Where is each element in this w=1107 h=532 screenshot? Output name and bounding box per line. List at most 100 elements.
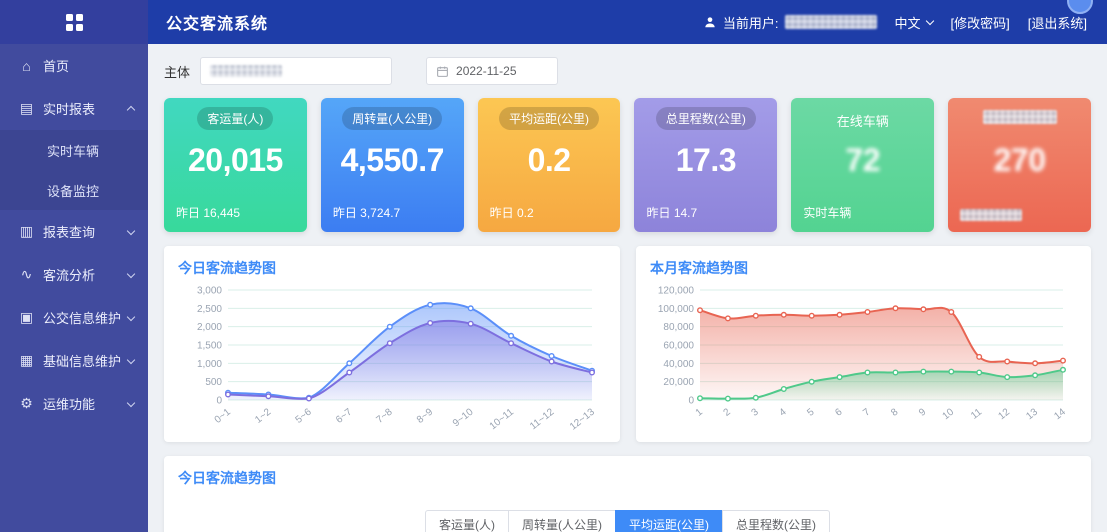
stat-card-footer: 昨日 0.2 (490, 204, 534, 221)
stat-card: 平均运距(公里) 0.2 昨日 0.2 (478, 98, 621, 232)
svg-text:12~13: 12~13 (568, 406, 597, 432)
header-right: 当前用户: 中文 [修改密码] [退出系统] (703, 13, 1107, 32)
sidebar-item[interactable]: ⌂首页 (0, 44, 148, 87)
stat-card-badge: 周转量(人公里) (342, 107, 442, 130)
bus-icon: ▣ (18, 309, 35, 326)
svg-text:6: 6 (833, 406, 845, 418)
svg-text:0~1: 0~1 (213, 406, 233, 425)
metric-tabs: 客运量(人)周转量(人公里)平均运距(公里)总里程数(公里) (178, 510, 1077, 532)
calendar-icon (436, 65, 449, 78)
sidebar-subitem[interactable]: 设备监控 (0, 170, 148, 210)
svg-text:1: 1 (694, 406, 706, 418)
metric-tab[interactable]: 总里程数(公里) (722, 510, 830, 532)
svg-text:11: 11 (969, 406, 984, 421)
svg-text:4: 4 (777, 406, 789, 418)
svg-text:9~10: 9~10 (451, 406, 476, 429)
svg-text:40,000: 40,000 (663, 359, 694, 370)
metric-tab[interactable]: 周转量(人公里) (508, 510, 616, 532)
chevron-down-icon (925, 16, 933, 24)
language-switcher[interactable]: 中文 (895, 13, 933, 32)
svg-text:5~6: 5~6 (294, 406, 314, 425)
svg-text:60,000: 60,000 (663, 341, 694, 352)
svg-text:10: 10 (941, 406, 957, 422)
metric-trend-card: 今日客流趋势图 客运量(人)周转量(人公里)平均运距(公里)总里程数(公里) (164, 456, 1091, 532)
svg-text:80,000: 80,000 (663, 322, 694, 333)
stat-card-value: 72 (791, 142, 934, 179)
svg-text:3: 3 (750, 406, 762, 418)
sidebar-item-label: 首页 (43, 56, 69, 75)
svg-text:2,000: 2,000 (197, 322, 222, 333)
svg-text:20,000: 20,000 (663, 377, 694, 388)
svg-text:10~11: 10~11 (488, 406, 517, 432)
svg-text:5: 5 (805, 406, 817, 418)
svg-text:100,000: 100,000 (658, 304, 695, 315)
subject-input[interactable] (200, 57, 392, 85)
masked-subject-value (210, 65, 282, 77)
svg-text:1,000: 1,000 (197, 359, 222, 370)
date-picker[interactable]: 2022-11-25 (426, 57, 558, 85)
sidebar-subitem[interactable]: 实时车辆 (0, 130, 148, 170)
stat-card-value: 270 (948, 142, 1091, 179)
stat-card: 在线车辆72实时车辆 (791, 98, 934, 232)
stat-card-badge: 平均运距(公里) (499, 107, 599, 130)
svg-text:7: 7 (861, 406, 873, 418)
app-title: 公交客流系统 (166, 10, 268, 34)
stat-card: 周转量(人公里) 4,550.7 昨日 3,724.7 (321, 98, 464, 232)
metric-tab[interactable]: 平均运距(公里) (615, 510, 723, 532)
main-content: 主体 2022-11-25 客运量(人) 20,015 昨日 16,445 周转量(人… (148, 44, 1107, 532)
sidebar-item-label: 客流分析 (43, 265, 95, 284)
sidebar-item[interactable]: ▦基础信息维护 (0, 339, 148, 382)
month-trend-title: 本月客流趋势图 (650, 258, 1077, 278)
svg-text:11~12: 11~12 (528, 406, 557, 432)
month-trend-card: 本月客流趋势图 020,00040,00060,00080,000100,000… (636, 246, 1091, 442)
metric-tab[interactable]: 客运量(人) (425, 510, 509, 532)
chevron-down-icon (127, 312, 135, 320)
svg-text:2: 2 (722, 406, 734, 418)
today-trend-chart: 05001,0001,5002,0002,5003,0000~11~25~66~… (178, 282, 606, 434)
svg-text:9: 9 (917, 406, 929, 418)
stat-card: 客运量(人) 20,015 昨日 16,445 (164, 98, 307, 232)
svg-text:7~8: 7~8 (374, 406, 394, 425)
svg-text:2,500: 2,500 (197, 304, 222, 315)
sidebar-item[interactable]: ∿ 客流分析 (0, 253, 148, 296)
sidebar-nav: ⌂首页 ▤ 实时报表实时车辆设备监控▥报表查询 ∿ 客流分析 ▣ 公交信息维护 ▦基础信息维护… (0, 44, 148, 532)
report-icon: ▤ (18, 100, 35, 117)
filter-bar: 主体 2022-11-25 (164, 57, 1091, 85)
date-value: 2022-11-25 (456, 64, 517, 78)
svg-text:14: 14 (1052, 406, 1068, 422)
change-password-link[interactable]: [修改密码] (951, 13, 1010, 32)
stat-card-badge: 总里程数(公里) (656, 107, 756, 130)
stat-cards-row: 客运量(人) 20,015 昨日 16,445 周转量(人公里) 4,550.7 昨日 3… (164, 98, 1091, 232)
stat-card-value: 0.2 (478, 142, 621, 179)
sidebar-item[interactable]: ▣ 公交信息维护 (0, 296, 148, 339)
masked-card-title (983, 110, 1057, 124)
logout-link[interactable]: [退出系统] (1028, 13, 1087, 32)
sidebar-item-label: 实时报表 (43, 99, 95, 118)
top-header: 公交客流系统 当前用户: 中文 [修改密码] [退出系统] (0, 0, 1107, 44)
stat-card-footer: 实时车辆 (803, 204, 851, 221)
stat-card-value: 4,550.7 (321, 142, 464, 179)
metric-trend-title: 今日客流趋势图 (178, 468, 1077, 488)
sidebar-item[interactable]: ▥报表查询 (0, 210, 148, 253)
sidebar-item[interactable]: ▤ 实时报表 (0, 87, 148, 130)
sidebar-item[interactable]: ⚙ 运维功能 (0, 382, 148, 425)
app-menu-button[interactable] (0, 0, 148, 44)
svg-text:13: 13 (1024, 406, 1040, 422)
stat-card-footer: 昨日 16,445 (176, 204, 240, 221)
chevron-down-icon (127, 355, 135, 363)
svg-text:3,000: 3,000 (197, 286, 222, 297)
gear-icon: ⚙ (18, 395, 35, 412)
current-user-label: 当前用户: (723, 13, 779, 32)
stat-card-footer: 昨日 3,724.7 (333, 204, 400, 221)
user-icon (703, 15, 717, 29)
stat-card-badge: 客运量(人) (197, 107, 273, 130)
svg-text:6~7: 6~7 (334, 406, 354, 425)
svg-text:500: 500 (205, 377, 222, 388)
sidebar-item-label: 公交信息维护 (43, 308, 121, 327)
stat-card-value: 20,015 (164, 142, 307, 179)
masked-card-footer (960, 209, 1022, 221)
sidebar-item-label: 运维功能 (43, 394, 95, 413)
svg-text:0: 0 (216, 396, 222, 407)
analysis-icon: ∿ (18, 266, 35, 283)
masked-username (785, 15, 877, 29)
